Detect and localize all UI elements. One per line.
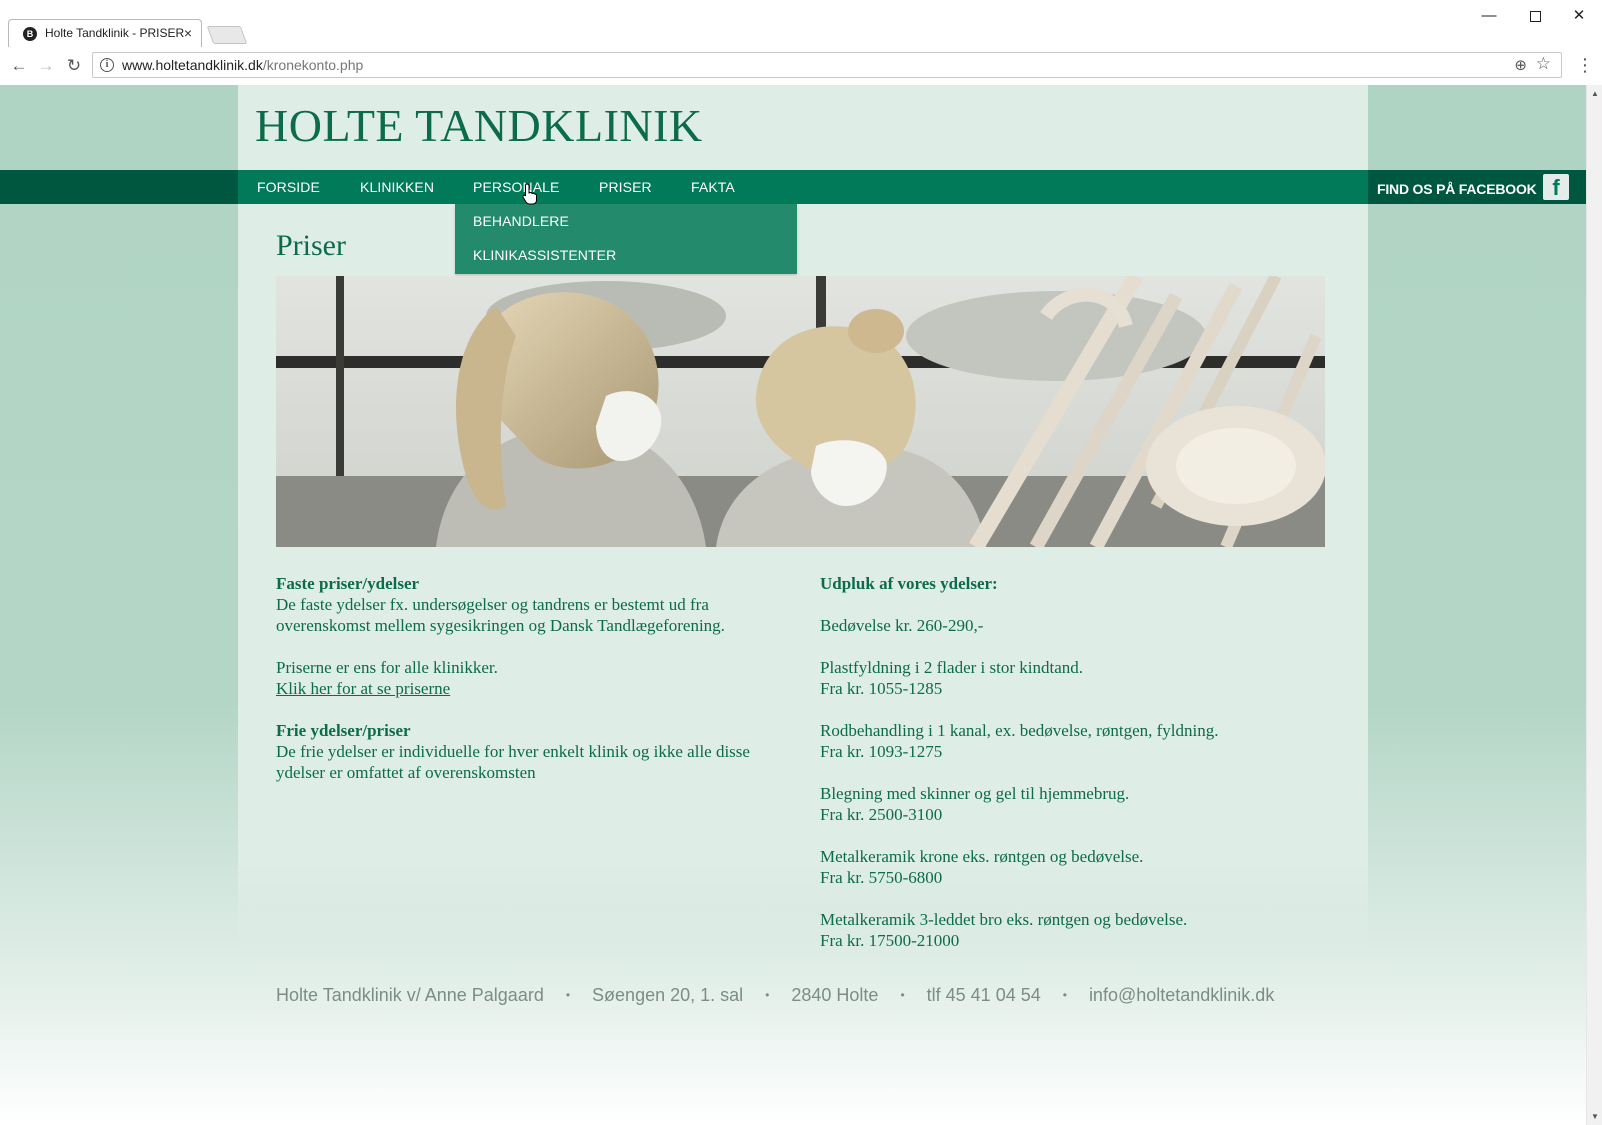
free-prices-text-1: De frie ydelser er individuelle for hver… xyxy=(276,742,750,761)
site-footer: Holte Tandklinik v/ Anne Palgaard • Søenge… xyxy=(276,985,1336,1006)
services-heading: Udpluk af vores ydelser: xyxy=(820,574,998,593)
footer-separator: • xyxy=(1062,988,1067,1002)
footer-address: Søengen 20, 1. sal xyxy=(592,985,744,1005)
address-bar[interactable]: i www.holtetandklinik.dk/kronekonto.php … xyxy=(92,52,1562,78)
tab-title: Holte Tandklinik - PRISER xyxy=(45,26,185,40)
minimize-icon[interactable]: — xyxy=(1466,4,1512,28)
bookmark-star-icon[interactable]: ☆ xyxy=(1536,54,1551,74)
footer-city: 2840 Holte xyxy=(791,985,879,1005)
service-price: Fra kr. 2500-3100 xyxy=(820,805,943,824)
dropdown-klinikassistenter[interactable]: KLINIKASSISTENTER xyxy=(473,247,616,263)
fixed-prices-heading: Faste priser/ydelser xyxy=(276,574,420,593)
browser-tab[interactable]: B Holte Tandklinik - PRISER × xyxy=(8,19,202,47)
footer-separator: • xyxy=(900,988,905,1002)
scroll-down-icon[interactable]: ▼ xyxy=(1591,1112,1599,1121)
info-icon[interactable]: i xyxy=(100,58,114,72)
fixed-prices-section: Faste priser/ydelser De faste ydelser fx… xyxy=(276,573,786,783)
footer-email[interactable]: info@holtetandklinik.dk xyxy=(1089,985,1274,1006)
footer-separator: • xyxy=(765,988,770,1002)
site-logo[interactable]: HOLTE TANDKLINIK xyxy=(255,99,703,152)
fixed-prices-text-1: De faste ydelser fx. undersøgelser og ta… xyxy=(276,595,709,614)
free-prices-text-2: ydelser er omfattet af overenskomsten xyxy=(276,763,536,782)
service-name: Metalkeramik 3-leddet bro eks. røntgen o… xyxy=(820,910,1188,929)
fixed-prices-text-2: overenskomst mellem sygesikringen og Dan… xyxy=(276,616,725,635)
page-viewport: HOLTE TANDKLINIK FORSIDE KLINIKKEN PERSO… xyxy=(0,85,1586,1125)
prices-link[interactable]: Klik her for at se priserne xyxy=(276,679,450,698)
browser-toolbar: ← → ↻ i www.holtetandklinik.dk/kronekont… xyxy=(0,47,1602,84)
reload-icon[interactable]: ↻ xyxy=(62,54,86,78)
tab-strip: B Holte Tandklinik - PRISER × — ✕ xyxy=(0,0,1602,47)
close-window-icon[interactable]: ✕ xyxy=(1556,4,1602,28)
service-name: Blegning med skinner og gel til hjemmebr… xyxy=(820,784,1130,803)
browser-menu-icon[interactable]: ⋮ xyxy=(1576,55,1594,75)
service-name: Rodbehandling i 1 kanal, ex. bedøvelse, … xyxy=(820,721,1219,740)
maximize-icon[interactable] xyxy=(1512,4,1558,28)
main-nav: FORSIDE KLINIKKEN PERSONALE PRISER FAKTA… xyxy=(0,170,1586,204)
service-price: Fra kr. 17500-21000 xyxy=(820,931,960,950)
page-title: Priser xyxy=(276,229,346,262)
url-host: www.holtetandklinik.dk xyxy=(122,57,263,73)
facebook-link[interactable]: FIND OS PÅ FACEBOOK xyxy=(1377,181,1537,197)
same-prices-text: Priserne er ens for alle klinikker. xyxy=(276,658,498,677)
service-name: Metalkeramik krone eks. røntgen og bedøv… xyxy=(820,847,1144,866)
service-price: Fra kr. 5750-6800 xyxy=(820,868,943,887)
back-arrow-icon[interactable]: ← xyxy=(7,54,31,78)
service-name: Plastfyldning i 2 flader i stor kindtand… xyxy=(820,658,1083,677)
new-tab-button[interactable] xyxy=(206,26,248,44)
free-prices-heading: Frie ydelser/priser xyxy=(276,721,411,740)
footer-phone: tlf 45 41 04 54 xyxy=(926,985,1041,1005)
nav-fakta[interactable]: FAKTA xyxy=(691,179,735,195)
scroll-up-icon[interactable]: ▲ xyxy=(1591,89,1599,98)
dropdown-behandlere[interactable]: BEHANDLERE xyxy=(473,213,569,229)
footer-clinic-name: Holte Tandklinik v/ Anne Palgaard xyxy=(276,985,544,1005)
nav-klinikken[interactable]: KLINIKKEN xyxy=(360,179,434,195)
forward-arrow-icon[interactable]: → xyxy=(34,54,58,78)
personale-dropdown: BEHANDLERE KLINIKASSISTENTER xyxy=(455,204,797,274)
url-text: www.holtetandklinik.dk/kronekonto.php xyxy=(122,57,363,73)
browser-chrome: B Holte Tandklinik - PRISER × — ✕ ← → ↻ … xyxy=(0,0,1602,84)
zoom-icon[interactable]: ⊕ xyxy=(1514,56,1527,74)
favicon-icon: B xyxy=(23,27,37,41)
page-scrollbar[interactable]: ▲ ▼ xyxy=(1586,85,1602,1125)
footer-separator: • xyxy=(565,988,571,1002)
hand-cursor-icon xyxy=(522,183,537,205)
nav-forside[interactable]: FORSIDE xyxy=(257,179,320,195)
anesthesia-price: Bedøvelse kr. 260-290,- xyxy=(820,616,984,635)
nav-priser[interactable]: PRISER xyxy=(599,179,652,195)
tab-close-icon[interactable]: × xyxy=(184,24,192,42)
service-price: Fra kr. 1055-1285 xyxy=(820,679,943,698)
nav-personale[interactable]: PERSONALE xyxy=(473,179,560,195)
services-section: Udpluk af vores ydelser: Bedøvelse kr. 2… xyxy=(820,573,1340,951)
url-path: /kronekonto.php xyxy=(262,57,364,73)
service-price: Fra kr. 1093-1275 xyxy=(820,742,943,761)
hero-image xyxy=(276,276,1325,547)
facebook-icon[interactable]: f xyxy=(1543,174,1569,200)
main-nav-inner: FORSIDE KLINIKKEN PERSONALE PRISER FAKTA… xyxy=(238,170,1569,204)
